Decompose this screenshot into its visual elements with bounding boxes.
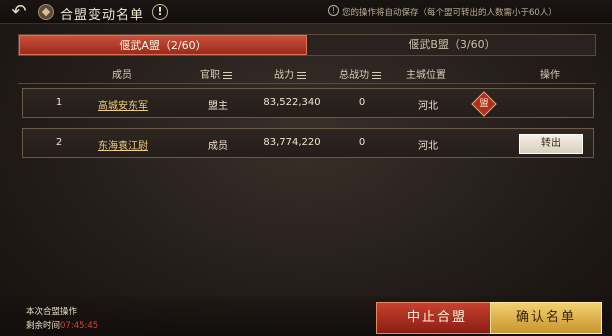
sort-icon	[297, 71, 306, 79]
column-power-label: 战力	[274, 70, 294, 81]
column-rank[interactable]: 官职	[200, 66, 232, 81]
member-power: 83,774,220	[263, 137, 321, 148]
member-merit: 0	[358, 137, 366, 148]
column-total-merit[interactable]: 总战功	[339, 66, 381, 81]
leader-badge-icon: 盟	[471, 91, 497, 117]
info-icon[interactable]: !	[152, 4, 168, 20]
remaining-time-label: 剩余时间	[26, 321, 61, 331]
member-rank: 成员	[208, 141, 228, 152]
back-arrow-icon[interactable]: ↶	[8, 2, 30, 22]
column-rank-label: 官职	[200, 70, 220, 81]
member-rank: 盟主	[208, 101, 228, 112]
member-city: 河北	[418, 101, 438, 112]
member-name-link[interactable]: 高城安东军	[98, 97, 148, 112]
sort-icon	[372, 71, 381, 79]
transfer-out-button[interactable]: 转出	[519, 134, 583, 154]
column-total-merit-label: 总战功	[339, 70, 369, 81]
member-power: 83,522,340	[263, 97, 321, 108]
member-city: 河北	[418, 141, 438, 152]
alliance-emblem-icon	[38, 4, 54, 20]
table-row: 2 东海袁江尉 成员 83,774,220 0 河北 转出	[22, 128, 594, 158]
table-header: 成员 官职 战力 总战功 主城位置 操作	[18, 62, 596, 84]
operation-label: 本次合盟操作	[26, 307, 78, 317]
table-row: 1 高城安东军 盟主 83,522,340 0 河北 盟	[22, 88, 594, 118]
row-index: 1	[55, 97, 63, 108]
column-member: 成员	[112, 70, 132, 81]
countdown-timer: 07:45:45	[60, 321, 99, 331]
column-action: 操作	[540, 70, 560, 81]
tab-alliance-b[interactable]: 偃武B盟（3/60）	[309, 35, 595, 55]
sort-icon	[223, 71, 232, 79]
alliance-tabs: 偃武A盟（2/60） 偃武B盟（3/60）	[18, 34, 596, 56]
page-title: 合盟变动名单	[60, 8, 145, 23]
leader-badge-label: 盟	[479, 99, 489, 109]
remaining-time: 剩余时间07:45:45	[26, 319, 98, 331]
auto-save-notice: 您的操作将自动保存（每个盟可转出的人数需小于60人）	[342, 8, 557, 18]
tab-alliance-a[interactable]: 偃武A盟（2/60）	[19, 35, 307, 55]
member-merit: 0	[358, 97, 366, 108]
row-index: 2	[55, 137, 63, 148]
confirm-list-button[interactable]: 确认名单	[490, 302, 602, 334]
member-name-link[interactable]: 东海袁江尉	[98, 137, 148, 152]
column-power[interactable]: 战力	[274, 66, 306, 81]
notice-icon: !	[328, 5, 339, 16]
stop-merge-button[interactable]: 中止合盟	[376, 302, 498, 334]
column-city: 主城位置	[406, 70, 446, 81]
top-bar: ↶ 合盟变动名单 ! ! 您的操作将自动保存（每个盟可转出的人数需小于60人）	[0, 0, 612, 24]
